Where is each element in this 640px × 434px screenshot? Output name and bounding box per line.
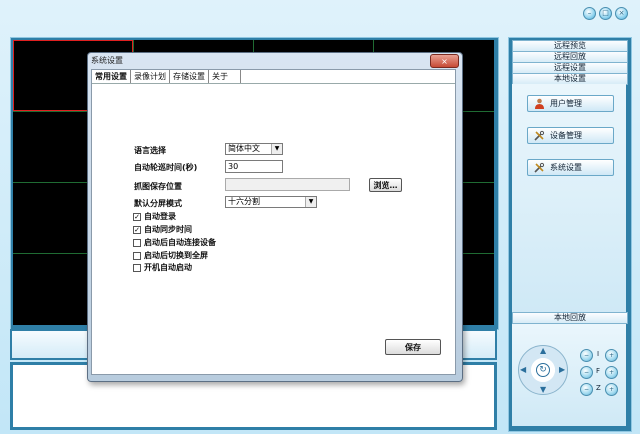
focus-label: F	[596, 367, 601, 375]
restore-button[interactable]: □	[599, 7, 612, 20]
tab-recording-schedule[interactable]: 录像计划	[131, 70, 170, 83]
chevron-down-icon: ▼	[271, 144, 282, 154]
save-button[interactable]: 保存	[385, 339, 441, 355]
iris-label: I	[597, 350, 600, 358]
poll-interval-input[interactable]: 30	[225, 160, 283, 173]
user-management-button[interactable]: 用户管理	[527, 95, 614, 112]
zoom-label: Z	[596, 384, 601, 392]
language-select[interactable]: 简体中文 ▼	[225, 143, 283, 155]
user-icon	[535, 98, 544, 109]
auto-login-checkbox[interactable]: ✓ 自动登录	[133, 211, 176, 222]
check-box[interactable]: ✓	[133, 225, 141, 234]
arrow-down-icon[interactable]: ▼	[540, 386, 546, 394]
split-mode-select[interactable]: 十六分割 ▼	[225, 196, 317, 208]
dialog-title: 系统设置	[91, 56, 123, 65]
check-box[interactable]	[133, 238, 141, 247]
poll-interval-label: 自动轮巡时间(秒)	[134, 163, 198, 172]
focus-minus-button[interactable]: −	[580, 366, 593, 379]
minimize-button[interactable]: –	[583, 7, 596, 20]
tab-about[interactable]: 关于	[209, 70, 241, 83]
tab-local-playback[interactable]: 本地回放	[512, 312, 628, 324]
system-settings-button[interactable]: 系统设置	[527, 159, 614, 176]
iris-minus-button[interactable]: −	[580, 349, 593, 362]
language-label: 语言选择	[134, 146, 166, 155]
ptz-auto-rotate-icon[interactable]: ↻	[536, 363, 550, 377]
arrow-right-icon[interactable]: ▶	[559, 366, 565, 374]
focus-plus-button[interactable]: +	[605, 366, 618, 379]
fullscreen-on-start-checkbox[interactable]: 启动后切换到全屏	[133, 250, 208, 261]
check-box[interactable]	[133, 251, 141, 260]
close-button[interactable]: ×	[615, 7, 628, 20]
snapshot-path-label: 抓图保存位置	[134, 182, 182, 191]
auto-sync-time-checkbox[interactable]: ✓ 自动同步时间	[133, 224, 192, 235]
tab-common-settings[interactable]: 常用设置	[92, 70, 131, 83]
chevron-down-icon: ▼	[305, 197, 316, 207]
split-mode-label: 默认分屏模式	[134, 199, 182, 208]
tab-divider	[92, 83, 455, 84]
tools-icon	[534, 162, 545, 173]
zoom-minus-button[interactable]: −	[580, 383, 593, 396]
dialog-content	[91, 69, 456, 375]
device-management-button[interactable]: 设备管理	[527, 127, 614, 144]
start-on-boot-checkbox[interactable]: 开机自动启动	[133, 262, 192, 273]
tab-storage-settings[interactable]: 存储设置	[170, 70, 209, 83]
dialog-tabs: 常用设置 录像计划 存储设置 关于	[92, 70, 241, 83]
zoom-plus-button[interactable]: +	[605, 383, 618, 396]
arrow-up-icon[interactable]: ▲	[540, 347, 546, 355]
check-box[interactable]	[133, 263, 141, 272]
close-icon: ×	[441, 56, 448, 66]
arrow-left-icon[interactable]: ◀	[520, 366, 526, 374]
snapshot-path-input[interactable]	[225, 178, 350, 191]
check-box[interactable]: ✓	[133, 212, 141, 221]
iris-plus-button[interactable]: +	[605, 349, 618, 362]
tools-icon	[534, 130, 545, 141]
browse-button[interactable]: 浏览…	[369, 178, 402, 192]
local-settings-panel	[512, 84, 626, 313]
auto-connect-checkbox[interactable]: 启动后自动连接设备	[133, 237, 216, 248]
dialog-close-button[interactable]: ×	[430, 54, 459, 68]
